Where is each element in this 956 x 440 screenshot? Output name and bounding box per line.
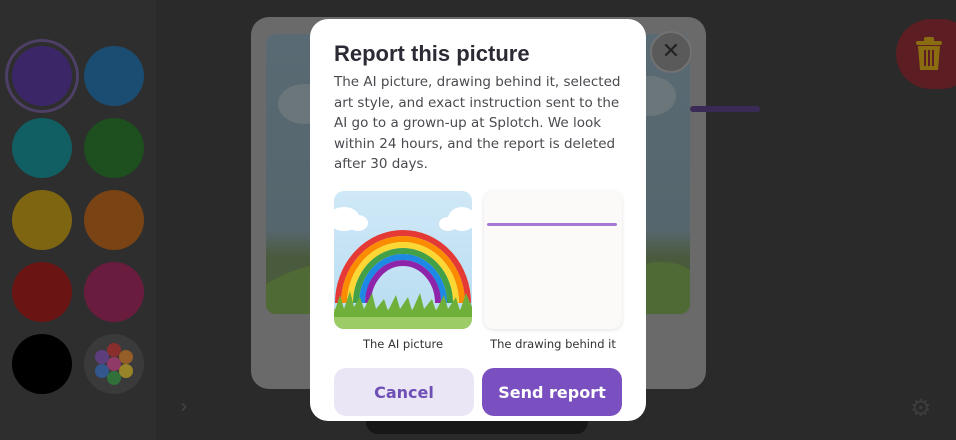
color-swatch-orange[interactable]	[84, 190, 144, 250]
gear-icon[interactable]: ⚙	[910, 394, 932, 422]
color-swatch-black[interactable]	[12, 334, 72, 394]
rainbow-hex	[119, 364, 133, 378]
color-palette	[0, 0, 156, 440]
drawing-caption: The drawing behind it	[490, 337, 616, 351]
color-picker-button[interactable]	[84, 334, 144, 394]
cancel-button[interactable]: Cancel	[334, 368, 474, 416]
close-button[interactable]: ✕	[650, 31, 692, 73]
drawn-stroke	[690, 106, 760, 112]
color-swatch-red[interactable]	[12, 262, 72, 322]
drawing-thumbnail	[484, 191, 622, 329]
rainbow-hex	[119, 350, 133, 364]
rainbow-hex	[107, 357, 121, 371]
ai-picture-caption: The AI picture	[362, 337, 444, 351]
trash-icon	[916, 37, 942, 70]
report-dialog: Report this picture The AI picture, draw…	[310, 19, 646, 421]
rainbow-illustration	[334, 191, 472, 329]
color-swatch-green[interactable]	[84, 118, 144, 178]
chevron-right-icon[interactable]: ›	[180, 394, 188, 418]
drawing-stroke	[487, 223, 617, 226]
color-swatch-teal[interactable]	[12, 118, 72, 178]
color-swatch-yellow[interactable]	[12, 190, 72, 250]
color-swatch-blue[interactable]	[84, 46, 144, 106]
rainbow-hex	[107, 371, 121, 385]
ai-picture-thumbnail	[334, 191, 472, 329]
color-swatch-purple[interactable]	[12, 46, 72, 106]
dialog-description: The AI picture, drawing behind it, selec…	[334, 74, 621, 172]
send-report-button[interactable]: Send report	[482, 368, 622, 416]
dialog-title: Report this picture	[334, 41, 530, 66]
color-swatch-pink[interactable]	[84, 262, 144, 322]
